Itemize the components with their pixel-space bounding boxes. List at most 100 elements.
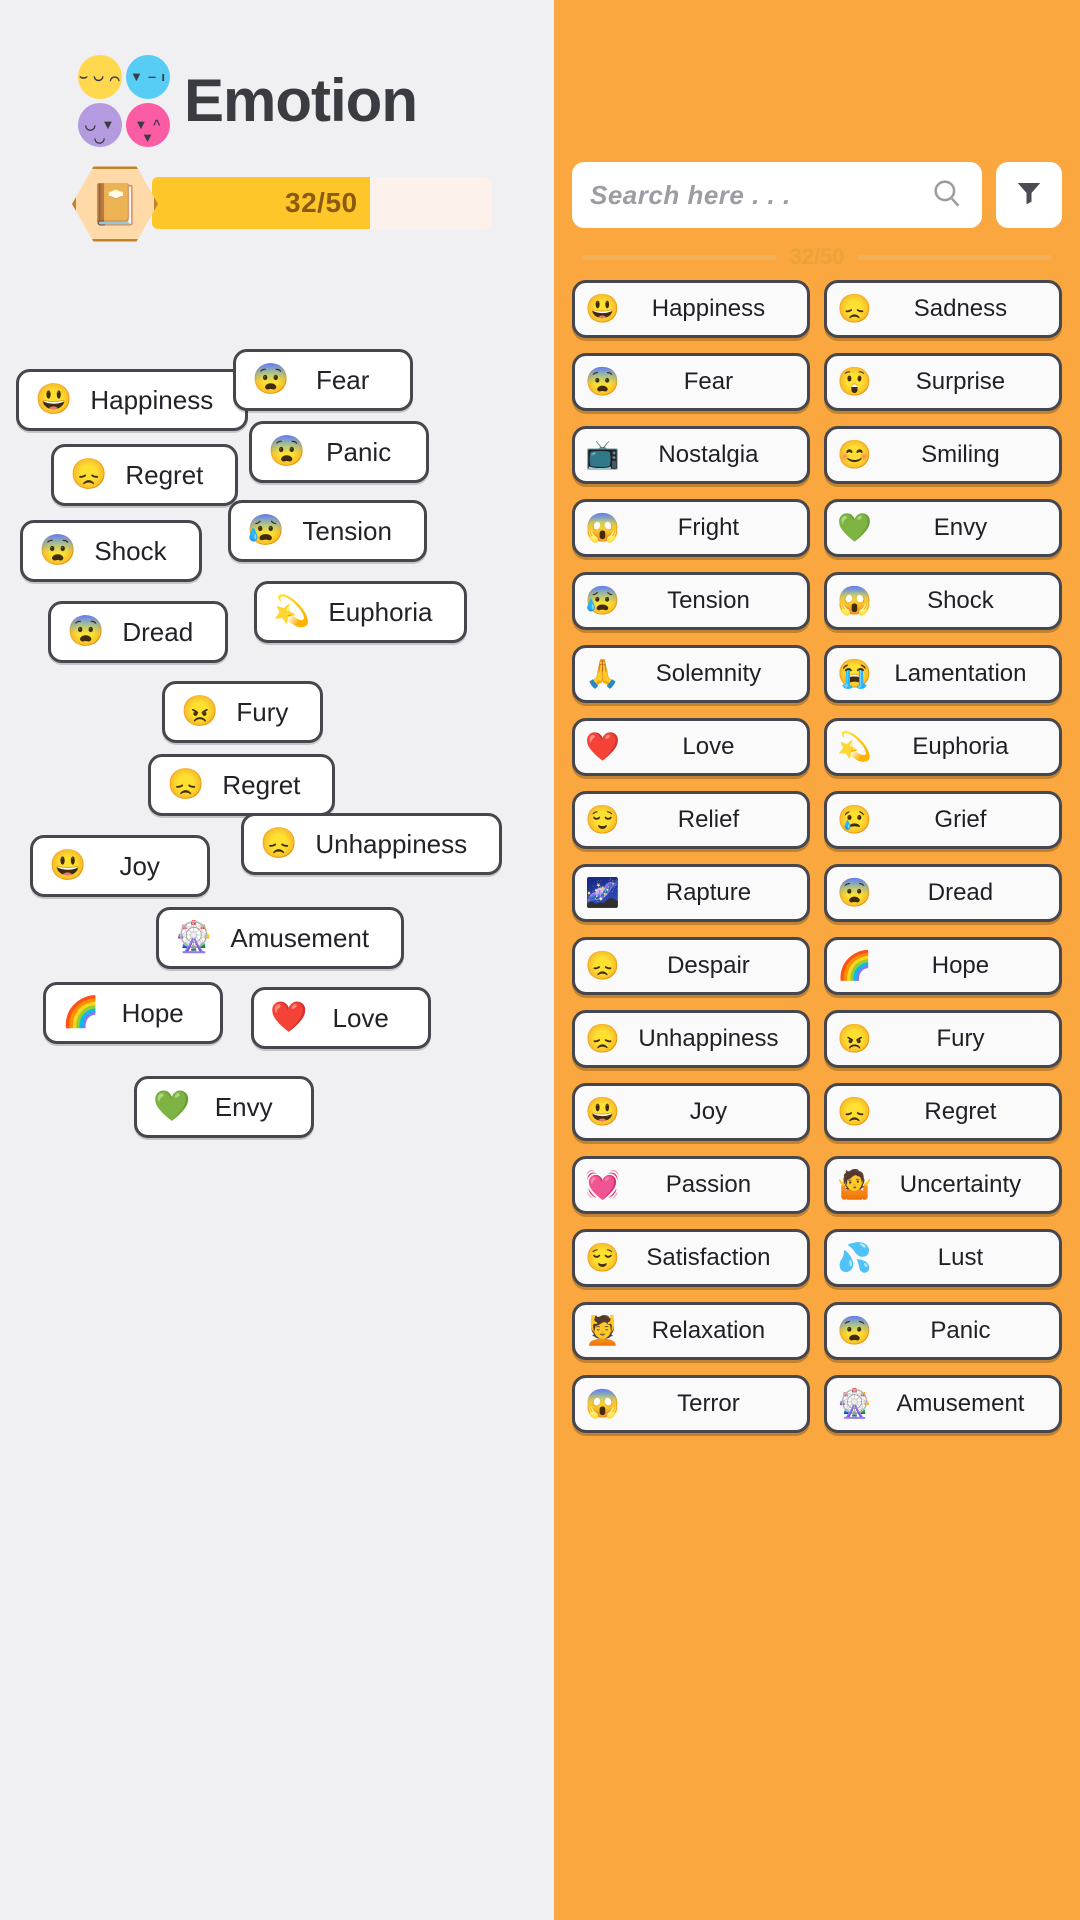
emotion-list-item[interactable]: 🌌 Rapture — [572, 864, 810, 922]
emotion-list-item[interactable]: 😠 Fury — [824, 1010, 1062, 1068]
scattered-word-chip[interactable]: 😨 Panic — [249, 421, 429, 483]
emotion-list-item[interactable]: 😱 Terror — [572, 1375, 810, 1433]
emotion-list-item[interactable]: 😃 Happiness — [572, 280, 810, 338]
scattered-word-label: Panic — [326, 436, 392, 467]
emotion-list-item[interactable]: 🙏 Solemnity — [572, 645, 810, 703]
emotion-list-item-label: Envy — [933, 514, 988, 541]
emotion-emoji-icon: 💫 — [837, 731, 872, 762]
emotion-list-item[interactable]: 😌 Satisfaction — [572, 1229, 810, 1287]
emotion-list-item[interactable]: 💫 Euphoria — [824, 718, 1062, 776]
emotion-emoji-icon: 💫 — [273, 595, 311, 628]
emotion-list-item[interactable]: 😞 Regret — [824, 1083, 1062, 1141]
emotion-list-item-label: Amusement — [896, 1390, 1025, 1417]
notebook-icon: 📔 — [72, 166, 158, 242]
emotion-emoji-icon: 💦 — [837, 1242, 872, 1273]
logo-face-eyes: ▼ ^ ▼ — [134, 117, 162, 145]
scattered-word-label: Shock — [94, 535, 167, 566]
scattered-word-label: Regret — [125, 459, 204, 490]
emotion-emoji-icon: 😰 — [247, 514, 285, 547]
emotion-list-item[interactable]: ❤️ Love — [572, 718, 810, 776]
scattered-word-chip[interactable]: 😞 Regret — [51, 444, 239, 506]
logo-face-yellow: ⌣ ◡ ⌒ — [78, 55, 122, 99]
emotion-list-item[interactable]: 😱 Fright — [572, 499, 810, 557]
search-row: Search here . . . — [572, 0, 1062, 228]
scattered-word-chip[interactable]: 😠 Fury — [162, 681, 324, 743]
emotion-emoji-icon: 😨 — [837, 877, 872, 908]
emotion-list-item[interactable]: 😢 Grief — [824, 791, 1062, 849]
emotion-emoji-icon: 😠 — [837, 1023, 872, 1054]
scattered-word-chip[interactable]: 💚 Envy — [134, 1076, 314, 1138]
emotion-emoji-icon: 😱 — [837, 585, 872, 616]
emotion-list-item[interactable]: 😞 Despair — [572, 937, 810, 995]
scattered-word-chip[interactable]: 😨 Fear — [233, 349, 413, 411]
emotion-emoji-icon: 😞 — [260, 827, 298, 860]
search-icon[interactable] — [930, 176, 964, 215]
scattered-word-chip[interactable]: 😨 Dread — [48, 601, 229, 663]
emotion-list-item[interactable]: 😨 Fear — [572, 353, 810, 411]
scattered-word-label: Regret — [222, 769, 301, 800]
emotion-list-item[interactable]: 😰 Tension — [572, 572, 810, 630]
emotion-list-item[interactable]: 😨 Dread — [824, 864, 1062, 922]
scattered-word-label: Love — [332, 1002, 389, 1033]
scattered-word-label: Happiness — [90, 384, 214, 415]
emotion-list-item[interactable]: 😃 Joy — [572, 1083, 810, 1141]
scattered-word-label: Envy — [214, 1091, 273, 1122]
emotion-emoji-icon: 🤷 — [837, 1169, 872, 1200]
logo-face-pink: ▼ ^ ▼ — [126, 103, 170, 147]
emotion-list-item[interactable]: 😌 Relief — [572, 791, 810, 849]
emotion-emoji-icon: 😞 — [837, 293, 872, 324]
search-input[interactable]: Search here . . . — [572, 162, 982, 228]
emotion-list-item[interactable]: 🤷 Uncertainty — [824, 1156, 1062, 1214]
emotion-list-item[interactable]: 🎡 Amusement — [824, 1375, 1062, 1433]
app-brand: ⌣ ◡ ⌒ ▼ ‒ ı ◡ ▼ ◡ ▼ ^ ▼ Emotion — [0, 0, 554, 147]
scattered-word-label: Unhappiness — [315, 828, 468, 859]
logo-face-eyes: ▼ ‒ ı — [130, 69, 166, 84]
page-title: Emotion — [184, 67, 418, 134]
emotion-list-item[interactable]: 😨 Panic — [824, 1302, 1062, 1360]
emotion-emoji-icon: 😊 — [837, 439, 872, 470]
emotion-list-item[interactable]: 💆 Relaxation — [572, 1302, 810, 1360]
scattered-word-chip[interactable]: 🎡 Amusement — [156, 907, 405, 969]
scattered-word-chip[interactable]: 💫 Euphoria — [254, 581, 468, 643]
scattered-word-chip[interactable]: 😨 Shock — [20, 520, 202, 582]
emotion-list-item-label: Passion — [665, 1171, 752, 1198]
emotion-list-item[interactable]: 😞 Sadness — [824, 280, 1062, 338]
scattered-word-label: Joy — [119, 850, 160, 881]
scattered-word-chip[interactable]: 🌈 Hope — [43, 982, 223, 1044]
emotion-list-item[interactable]: 😱 Shock — [824, 572, 1062, 630]
emotion-list-item[interactable]: 📺 Nostalgia — [572, 426, 810, 484]
logo-face-eyes: ⌣ ◡ ⌒ — [79, 69, 121, 84]
emotion-emoji-icon: 😃 — [585, 1096, 620, 1127]
emotion-list-item[interactable]: 🌈 Hope — [824, 937, 1062, 995]
scattered-word-chip[interactable]: ❤️ Love — [251, 987, 431, 1049]
emotion-list-item[interactable]: 💦 Lust — [824, 1229, 1062, 1287]
emotion-emoji-icon: 😃 — [49, 849, 87, 882]
emotion-list-item-label: Panic — [930, 1317, 991, 1344]
filter-button[interactable] — [996, 162, 1062, 228]
emotion-emoji-icon: 🙏 — [585, 658, 620, 689]
emotion-list-item[interactable]: 😞 Unhappiness — [572, 1010, 810, 1068]
emotion-list-item[interactable]: 💚 Envy — [824, 499, 1062, 557]
emotion-list-item-label: Fury — [936, 1025, 985, 1052]
emotion-list-item[interactable]: 😊 Smiling — [824, 426, 1062, 484]
scattered-word-chip[interactable]: 😃 Joy — [30, 835, 210, 897]
app-logo-icon: ⌣ ◡ ⌒ ▼ ‒ ı ◡ ▼ ◡ ▼ ^ ▼ — [78, 55, 170, 147]
emotion-emoji-icon: 💓 — [585, 1169, 620, 1200]
emotion-list-item-label: Grief — [934, 806, 987, 833]
emotion-list-item[interactable]: 😭 Lamentation — [824, 645, 1062, 703]
emotion-emoji-icon: 😃 — [35, 383, 73, 416]
emotion-list-item-label: Dread — [927, 879, 994, 906]
scattered-word-chip[interactable]: 😃 Happiness — [16, 369, 249, 431]
logo-face-purple: ◡ ▼ ◡ — [78, 103, 122, 147]
emotion-list-item[interactable]: 😲 Surprise — [824, 353, 1062, 411]
progress-label: 32/50 — [285, 187, 358, 218]
emotion-list-item[interactable]: 💓 Passion — [572, 1156, 810, 1214]
emotion-list-item-label: Joy — [689, 1098, 728, 1125]
emotion-list-item-label: Love — [682, 733, 735, 760]
emotion-emoji-icon: 💚 — [153, 1090, 191, 1123]
scattered-word-chip[interactable]: 😰 Tension — [228, 500, 427, 562]
emotion-list-item-label: Lust — [937, 1244, 984, 1271]
scattered-word-chip[interactable]: 😞 Regret — [148, 754, 336, 816]
emotion-emoji-icon: 💆 — [585, 1315, 620, 1346]
scattered-word-chip[interactable]: 😞 Unhappiness — [241, 813, 503, 875]
